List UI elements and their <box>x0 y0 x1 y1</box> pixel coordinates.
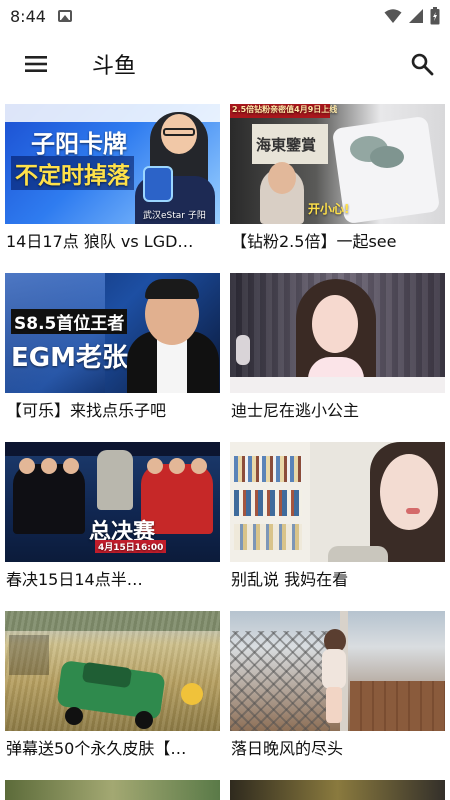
stream-card[interactable]: 总决赛 4月15日16:00 春决15日14点半… <box>5 442 220 598</box>
thumb-caption: 开小心! <box>308 202 350 216</box>
stream-card[interactable]: 子阳卡牌 不定时掉落 武汉eStar 子阳 14日17点 狼队 vs LGD… <box>5 104 220 260</box>
stream-card[interactable] <box>5 780 220 800</box>
stream-card[interactable] <box>230 780 445 800</box>
status-time: 8:44 <box>10 6 46 26</box>
stream-card[interactable]: S8.5首位王者 EGM老张 【可乐】来找点乐子吧 <box>5 273 220 429</box>
thumb-subtitle: 4月15日16:00 <box>95 540 167 553</box>
thumb-plaque: 海東鑒賞 <box>256 136 317 154</box>
stream-card[interactable]: 落日晚风的尽头 <box>230 611 445 767</box>
stream-title[interactable]: 弹幕送50个永久皮肤【… <box>5 731 220 767</box>
stream-title[interactable]: 落日晚风的尽头 <box>230 731 445 767</box>
stream-thumbnail[interactable] <box>230 780 445 800</box>
status-icons <box>384 7 440 25</box>
stream-thumbnail[interactable] <box>5 780 220 800</box>
stream-card[interactable]: 2.5倍钻粉亲密值4月9日上线 海東鑒賞 开小心! 【钻粉2.5倍】一起see <box>230 104 445 260</box>
stream-thumbnail[interactable] <box>230 442 445 562</box>
stream-card[interactable]: 迪士尼在逃小公主 <box>230 273 445 429</box>
search-icon[interactable] <box>402 44 442 84</box>
thumb-banner: 2.5倍钻粉亲密值4月9日上线 <box>232 105 338 114</box>
thumb-title: S8.5首位王者 <box>11 309 128 334</box>
stream-thumbnail[interactable] <box>5 611 220 731</box>
stream-thumbnail[interactable]: 2.5倍钻粉亲密值4月9日上线 海東鑒賞 开小心! <box>230 104 445 224</box>
stream-title[interactable]: 春决15日14点半… <box>5 562 220 598</box>
app-title: 斗鱼 <box>92 54 137 79</box>
thumb-title: 子阳卡牌 <box>31 130 127 158</box>
thumb-subtitle: 不定时掉落 <box>11 156 134 190</box>
stream-title[interactable]: 别乱说 我妈在看 <box>230 562 445 598</box>
stream-card[interactable]: 弹幕送50个永久皮肤【… <box>5 611 220 767</box>
stream-title[interactable]: 【钻粉2.5倍】一起see <box>230 224 445 260</box>
app-bar: 斗鱼 <box>0 32 450 96</box>
stream-card[interactable]: 别乱说 我妈在看 <box>230 442 445 598</box>
stream-thumbnail[interactable] <box>230 611 445 731</box>
menu-icon[interactable] <box>8 36 64 92</box>
status-bar: 8:44 <box>0 0 450 32</box>
stream-title[interactable]: 14日17点 狼队 vs LGD… <box>5 224 220 260</box>
stream-title[interactable]: 【可乐】来找点乐子吧 <box>5 393 220 429</box>
image-notification-icon <box>57 10 72 22</box>
battery-icon <box>430 7 440 25</box>
wifi-icon <box>384 9 402 23</box>
stream-thumbnail[interactable]: 总决赛 4月15日16:00 <box>5 442 220 562</box>
stream-thumbnail[interactable]: S8.5首位王者 EGM老张 <box>5 273 220 393</box>
thumb-caption: 武汉eStar 子阳 <box>143 211 206 221</box>
thumb-subtitle: EGM老张 <box>11 343 128 373</box>
cell-signal-icon <box>409 9 423 23</box>
stream-thumbnail[interactable] <box>230 273 445 393</box>
stream-thumbnail[interactable]: 子阳卡牌 不定时掉落 武汉eStar 子阳 <box>5 104 220 224</box>
stream-title[interactable]: 迪士尼在逃小公主 <box>230 393 445 429</box>
